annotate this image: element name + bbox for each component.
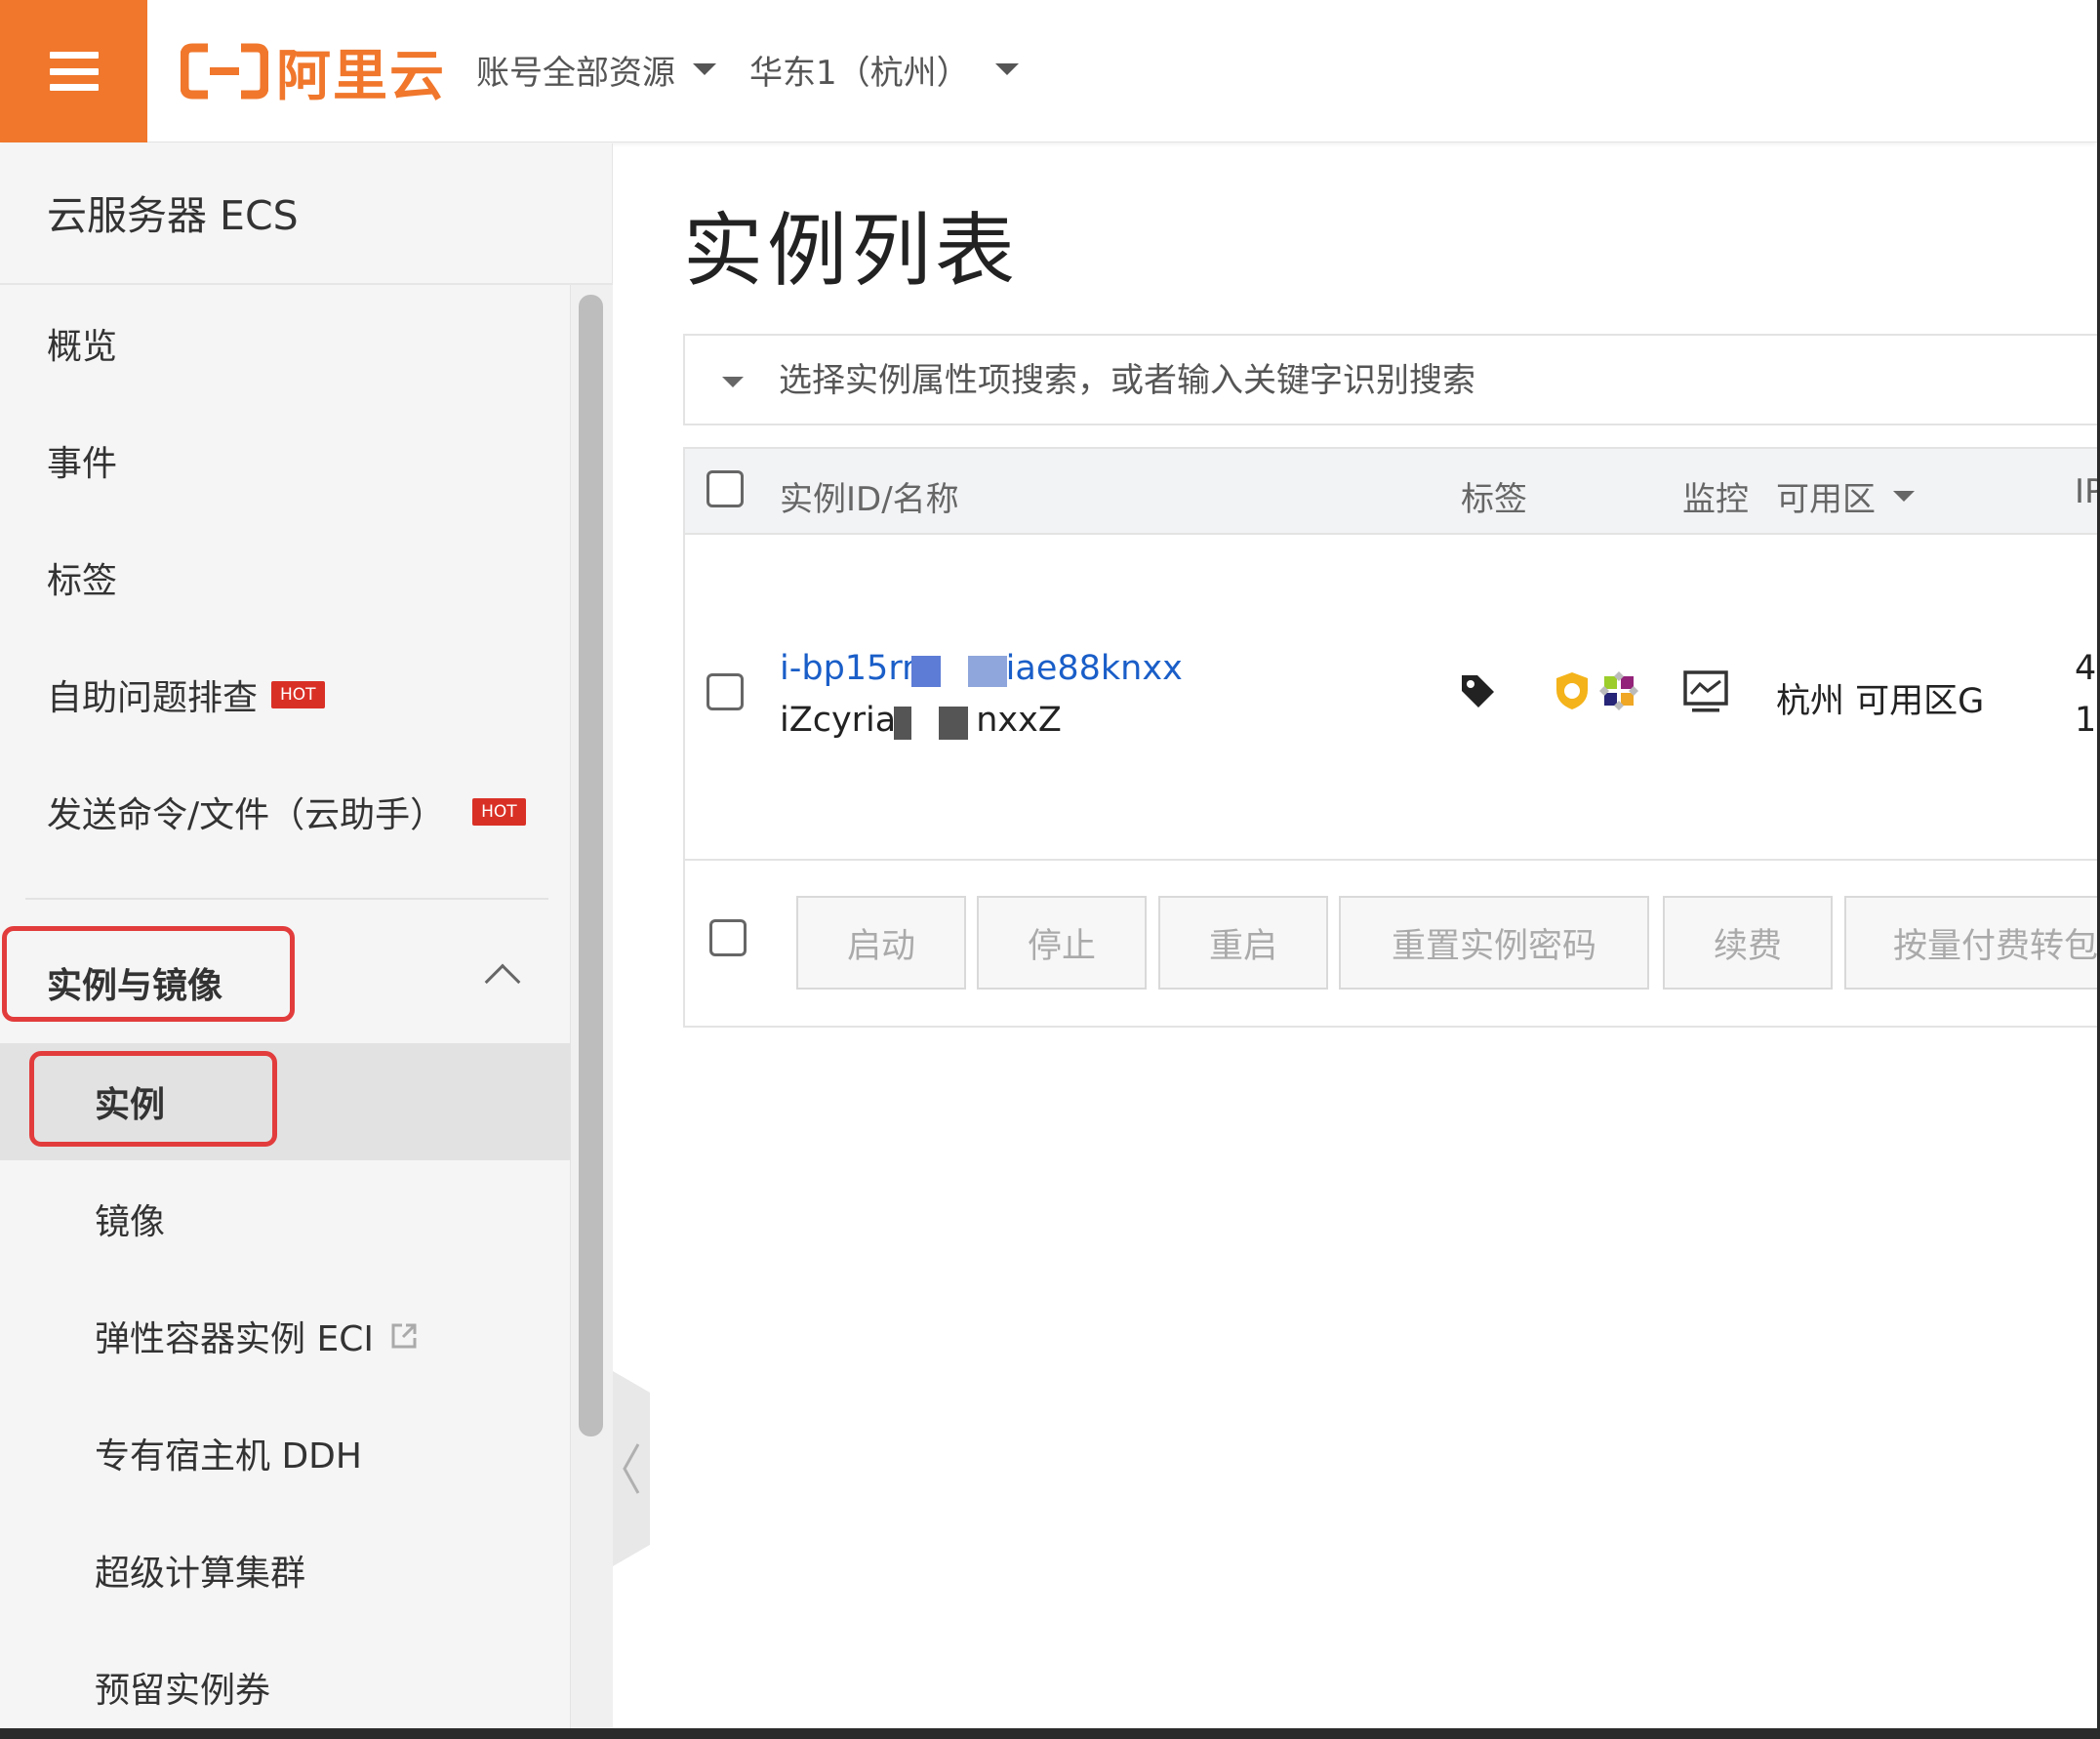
sidebar-item-ddh[interactable]: 专有宿主机 DDH	[95, 1424, 362, 1482]
nav-divider	[25, 898, 548, 900]
hot-badge: HOT	[472, 798, 526, 826]
redaction-blur	[894, 707, 911, 740]
page-title: 实例列表	[683, 205, 1020, 298]
start-button[interactable]: 启动	[796, 896, 966, 990]
redaction-blur	[968, 656, 1007, 687]
sidebar-item-label: 概览	[47, 327, 118, 367]
sidebar-item-cloud-assistant[interactable]: 发送命令/文件（云助手） HOT	[47, 783, 526, 841]
caret-down-icon	[994, 63, 1019, 75]
zone-value: 杭州 可用区G	[1776, 682, 1985, 721]
sidebar-scrollbar-thumb[interactable]	[579, 295, 603, 1436]
sidebar-item-label: 事件	[47, 444, 118, 484]
sidebar-item-label: 发送命令/文件（云助手）	[47, 795, 446, 835]
caret-down-icon	[693, 63, 716, 75]
redaction-blur	[911, 656, 941, 687]
sidebar-item-events[interactable]: 事件	[47, 431, 117, 490]
aliyun-logo[interactable]: 阿里云	[181, 37, 446, 108]
sidebar-item-label: 弹性容器实例 ECI	[95, 1319, 374, 1359]
logo-text: 阿里云	[276, 44, 446, 108]
sidebar-item-label: 自助问题排查	[47, 678, 259, 718]
column-header-monitoring: 监控	[1682, 480, 1749, 519]
sidebar-item-overview[interactable]: 概览	[47, 314, 117, 373]
select-all-checkbox[interactable]	[707, 470, 744, 507]
instance-search-box[interactable]	[683, 334, 2100, 425]
sidebar-item-tags[interactable]: 标签	[47, 548, 117, 607]
search-input[interactable]	[779, 353, 1950, 408]
aliyun-logo-icon	[181, 43, 268, 100]
top-header: 阿里云 账号全部资源 华东1（杭州）	[0, 0, 2097, 142]
sidebar-item-label: 预留实例券	[95, 1671, 271, 1711]
hamburger-icon	[49, 52, 99, 91]
highlight-box-instances	[29, 1051, 277, 1147]
instance-name-end: nxxZ	[976, 701, 1062, 740]
instance-id-end: riae88knxx	[991, 649, 1183, 688]
external-link-icon	[391, 1323, 417, 1349]
console-window: 阿里云 账号全部资源 华东1（杭州） 云服务器 ECS 概览 事件 标签 自助问…	[0, 0, 2100, 1739]
sidebar-item-eci[interactable]: 弹性容器实例 ECI	[95, 1307, 419, 1365]
region-label: 华东1（杭州）	[749, 53, 970, 93]
redaction-blur	[939, 707, 968, 740]
column-header-instance-id: 实例ID/名称	[780, 480, 959, 519]
sidebar-divider	[0, 283, 613, 285]
renew-button[interactable]: 续费	[1663, 896, 1833, 990]
sidebar-item-label: 超级计算集群	[95, 1554, 306, 1594]
monitor-icon[interactable]	[1682, 669, 1729, 714]
tag-icon[interactable]	[1458, 671, 1497, 710]
sidebar-title: 云服务器 ECS	[47, 192, 299, 239]
row-checkbox[interactable]	[707, 673, 744, 710]
caret-down-icon[interactable]	[722, 377, 744, 387]
sidebar-item-reserved-instances[interactable]: 预留实例券	[95, 1658, 270, 1717]
hot-badge: HOT	[271, 681, 325, 708]
account-scope-dropdown[interactable]: 账号全部资源	[476, 39, 716, 100]
caret-down-icon	[1893, 491, 1915, 502]
instance-name-start: iZcyria	[780, 701, 897, 740]
instance-name: iZcyria nxxZ	[780, 701, 1062, 740]
instance-table: 实例ID/名称 标签 监控 可用区 IP i-bp15rn riae88knxx …	[683, 447, 2100, 1028]
security-shield-icon[interactable]	[1554, 670, 1591, 711]
centos-icon	[1599, 671, 1638, 710]
sidebar-item-images[interactable]: 镜像	[95, 1190, 165, 1248]
sidebar-item-scc[interactable]: 超级计算集群	[95, 1541, 305, 1599]
bulk-select-checkbox[interactable]	[709, 919, 747, 956]
highlight-box-group	[2, 926, 295, 1022]
sidebar-item-label: 专有宿主机 DDH	[95, 1436, 362, 1476]
instance-id-start: i-bp15rn	[780, 649, 924, 688]
region-dropdown[interactable]: 华东1（杭州）	[749, 39, 1019, 100]
window-edge	[0, 1728, 2100, 1739]
table-row-separator	[685, 859, 2100, 861]
sidebar: 云服务器 ECS 概览 事件 标签 自助问题排查 HOT 发送命令/文件（云助手…	[0, 143, 613, 1728]
menu-button[interactable]	[0, 0, 147, 142]
sidebar-item-label: 标签	[47, 561, 118, 601]
sidebar-item-self-diagnosis[interactable]: 自助问题排查 HOT	[47, 666, 325, 724]
sidebar-item-label: 镜像	[95, 1202, 166, 1242]
chevron-up-icon[interactable]	[484, 963, 521, 1000]
column-header-zone-label: 可用区	[1776, 480, 1876, 519]
column-header-zone[interactable]: 可用区	[1776, 472, 1915, 520]
reset-password-button[interactable]: 重置实例密码	[1339, 896, 1649, 990]
table-header: 实例ID/名称 标签 监控 可用区 IP	[685, 449, 2100, 535]
convert-billing-button[interactable]: 按量付费转包	[1844, 896, 2100, 990]
restart-button[interactable]: 重启	[1158, 896, 1328, 990]
column-header-tags: 标签	[1461, 480, 1527, 519]
account-scope-label: 账号全部资源	[476, 53, 675, 93]
ip-value-1: 4	[2075, 649, 2097, 688]
stop-button[interactable]: 停止	[977, 896, 1147, 990]
sidebar-collapse-handle[interactable]	[613, 1371, 650, 1566]
